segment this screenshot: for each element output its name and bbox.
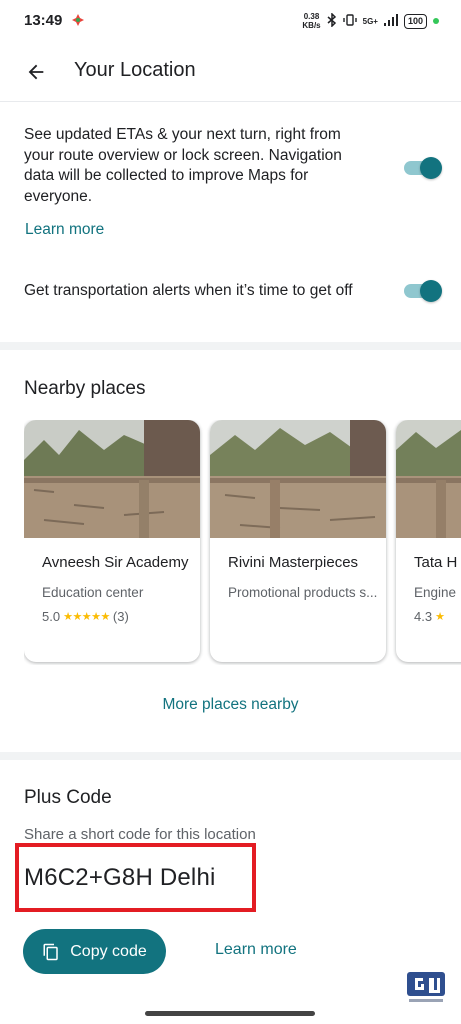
plus-code-value: M6C2+G8H Delhi <box>24 864 216 891</box>
place-card[interactable]: Rivini Masterpieces Promotional products… <box>210 420 386 662</box>
network-speed: 0.38 KB/s <box>302 12 321 30</box>
place-name: Avneesh Sir Academy <box>42 554 189 571</box>
privacy-dot <box>433 18 439 24</box>
nearby-places-carousel[interactable]: Avneesh Sir Academy Education center 5.0… <box>24 420 461 665</box>
vibrate-icon <box>342 13 357 29</box>
watermark-logo <box>405 970 447 1006</box>
app-bar: Your Location <box>0 40 461 102</box>
place-card[interactable]: Avneesh Sir Academy Education center 5.0… <box>24 420 200 662</box>
bluetooth-icon <box>327 12 337 29</box>
star-rating-icon: ★★★★★ <box>63 611 110 623</box>
place-rating: 5.0 ★★★★★ (3) <box>42 609 129 624</box>
navigation-setting-text: See updated ETAs & your next turn, right… <box>24 126 342 205</box>
status-time: 13:49 <box>24 12 63 29</box>
battery-indicator: 100 <box>403 13 427 29</box>
status-indicators: 0.38 KB/s 5G+ 100 <box>302 12 439 30</box>
more-places-nearby-link[interactable]: More places nearby <box>0 696 461 714</box>
place-name: Tata H <box>414 554 458 571</box>
copy-code-label: Copy code <box>70 942 147 960</box>
arrow-back-icon <box>28 64 44 80</box>
transport-alerts-text: Get transportation alerts when it’s time… <box>24 282 353 299</box>
place-category: Promotional products s... <box>228 585 378 600</box>
place-photo <box>210 420 386 538</box>
place-category: Education center <box>42 585 144 600</box>
place-photo <box>24 420 200 538</box>
plus-code-title: Plus Code <box>24 787 112 808</box>
place-rating: 4.3 ★ <box>414 609 445 624</box>
gesture-navigation-bar[interactable] <box>145 1011 315 1016</box>
status-bar: 13:49 0.38 KB/s 5G+ 100 <box>0 0 461 40</box>
plus-code-learn-more-link[interactable]: Learn more <box>215 941 297 959</box>
place-card[interactable]: Tata H Engine 4.3 ★ <box>396 420 461 662</box>
signal-icon <box>383 14 398 28</box>
transport-alerts-toggle[interactable] <box>402 280 442 302</box>
nearby-places-title: Nearby places <box>24 378 146 399</box>
place-name: Rivini Masterpieces <box>228 554 359 571</box>
app-notification-icon <box>72 13 84 31</box>
network-type: 5G+ <box>362 16 378 26</box>
copy-code-button[interactable]: Copy code <box>23 929 166 974</box>
navigation-toggle[interactable] <box>402 157 442 179</box>
plus-code-subtitle: Share a short code for this location <box>24 826 256 843</box>
place-category: Engine <box>414 585 457 600</box>
section-divider <box>0 752 461 760</box>
page-title: Your Location <box>74 59 196 81</box>
copy-icon <box>43 943 58 960</box>
star-rating-icon: ★ <box>435 611 445 623</box>
back-button[interactable] <box>20 56 52 88</box>
learn-more-link[interactable]: Learn more <box>25 221 104 239</box>
section-divider <box>0 342 461 350</box>
place-photo <box>396 420 461 538</box>
